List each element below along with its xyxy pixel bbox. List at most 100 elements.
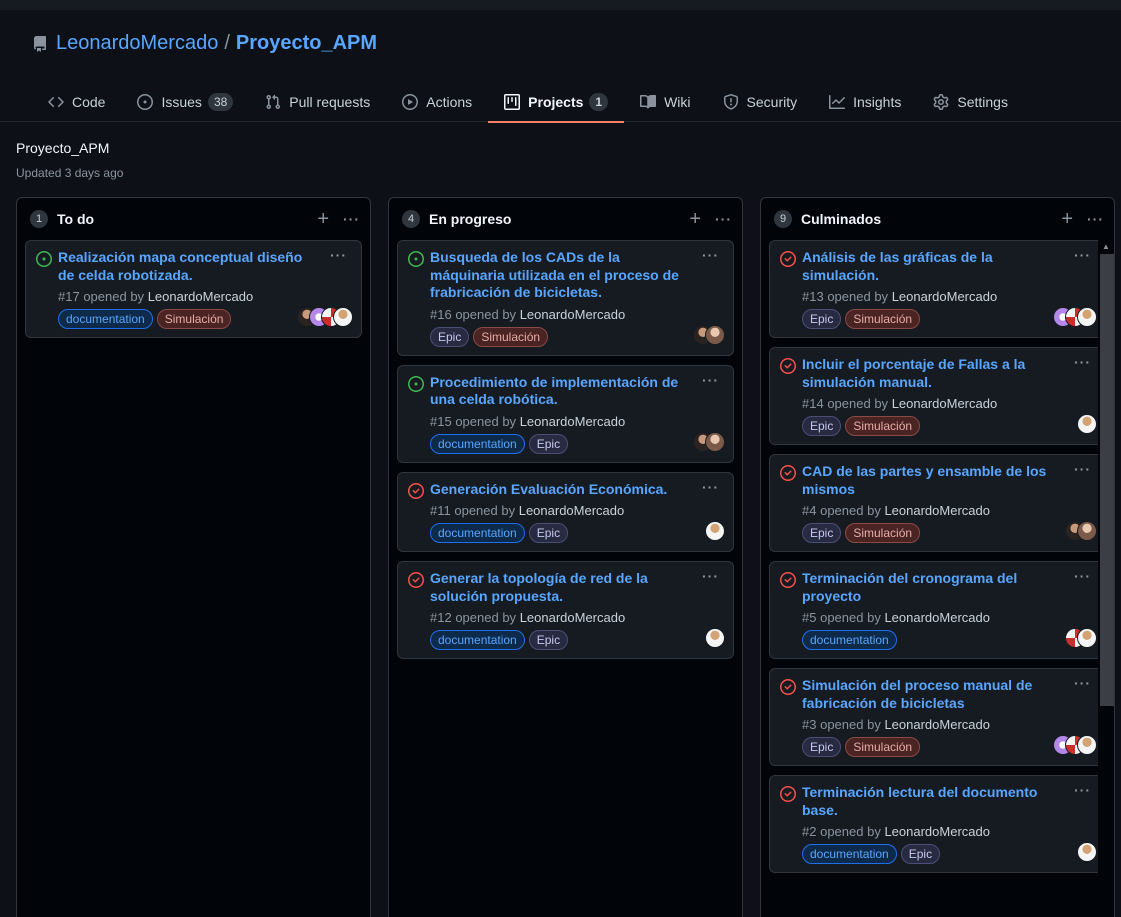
issue-card[interactable]: ···Análisis de las gráficas de la simula… (769, 240, 1106, 338)
tab-pull-requests[interactable]: Pull requests (249, 82, 386, 122)
issue-card[interactable]: ···Busqueda de los CADs de la máquinaria… (397, 240, 734, 356)
add-card-button[interactable]: + (689, 208, 701, 231)
avatar[interactable] (1077, 414, 1097, 434)
issue-title-link[interactable]: Procedimiento de implementación de una c… (430, 374, 723, 409)
add-card-button[interactable]: + (317, 208, 329, 231)
tab-code[interactable]: Code (32, 82, 121, 122)
card-menu-button[interactable]: ··· (1074, 675, 1091, 691)
avatar[interactable] (1077, 628, 1097, 648)
tab-projects[interactable]: Projects1 (488, 82, 624, 122)
avatar[interactable] (705, 325, 725, 345)
label-doc[interactable]: documentation (430, 630, 525, 650)
issue-author[interactable]: LeonardoMercado (884, 503, 990, 518)
label-doc[interactable]: documentation (802, 630, 897, 650)
label-epic[interactable]: Epic (802, 737, 841, 757)
issue-author[interactable]: LeonardoMercado (520, 307, 626, 322)
tab-insights[interactable]: Insights (813, 82, 917, 122)
issue-title-link[interactable]: Simulación del proceso manual de fabrica… (802, 677, 1095, 712)
label-sim[interactable]: Simulación (845, 416, 920, 436)
avatar[interactable] (705, 628, 725, 648)
issue-title-link[interactable]: Realización mapa conceptual diseño de ce… (58, 249, 351, 284)
tab-actions[interactable]: Actions (386, 82, 488, 122)
column-menu-button[interactable]: ··· (1087, 211, 1104, 227)
label-sim[interactable]: Simulación (845, 523, 920, 543)
issue-card[interactable]: ···Realización mapa conceptual diseño de… (25, 240, 362, 338)
column-scrollbar[interactable]: ▲ (1098, 240, 1114, 917)
avatar[interactable] (1077, 521, 1097, 541)
card-menu-button[interactable]: ··· (702, 568, 719, 584)
label-epic[interactable]: Epic (901, 844, 940, 864)
issue-card[interactable]: ···Generar la topología de red de la sol… (397, 561, 734, 659)
tab-wiki[interactable]: Wiki (624, 82, 706, 122)
card-menu-button[interactable]: ··· (1074, 568, 1091, 584)
card-menu-button[interactable]: ··· (702, 479, 719, 495)
issue-title-link[interactable]: Análisis de las gráficas de la simulació… (802, 249, 1095, 284)
tab-security[interactable]: Security (707, 82, 814, 122)
label-epic[interactable]: Epic (529, 630, 568, 650)
repo-owner-link[interactable]: LeonardoMercado (56, 32, 218, 55)
card-menu-button[interactable]: ··· (1074, 782, 1091, 798)
column-menu-button[interactable]: ··· (715, 211, 732, 227)
issue-card[interactable]: ···Incluir el porcentaje de Fallas a la … (769, 347, 1106, 445)
label-epic[interactable]: Epic (529, 523, 568, 543)
project-updated: Updated 3 days ago (16, 166, 123, 180)
avatar[interactable] (1077, 842, 1097, 862)
tab-settings[interactable]: Settings (917, 82, 1024, 122)
card-menu-button[interactable]: ··· (1074, 461, 1091, 477)
issue-author[interactable]: LeonardoMercado (884, 824, 990, 839)
label-epic[interactable]: Epic (802, 416, 841, 436)
add-card-button[interactable]: + (1061, 208, 1073, 231)
issue-title-link[interactable]: Terminación lectura del documento base. (802, 784, 1095, 819)
card-menu-button[interactable]: ··· (330, 247, 347, 263)
avatar[interactable] (705, 432, 725, 452)
issue-title-link[interactable]: Busqueda de los CADs de la máquinaria ut… (430, 249, 723, 302)
label-sim[interactable]: Simulación (473, 327, 548, 347)
issue-author[interactable]: LeonardoMercado (884, 717, 990, 732)
label-doc[interactable]: documentation (430, 434, 525, 454)
label-sim[interactable]: Simulación (845, 737, 920, 757)
issue-card[interactable]: ···Simulación del proceso manual de fabr… (769, 668, 1106, 766)
issue-author[interactable]: LeonardoMercado (520, 610, 626, 625)
label-doc[interactable]: documentation (802, 844, 897, 864)
label-epic[interactable]: Epic (529, 434, 568, 454)
column-menu-button[interactable]: ··· (343, 211, 360, 227)
issue-author[interactable]: LeonardoMercado (892, 289, 998, 304)
scroll-up-icon[interactable]: ▲ (1102, 242, 1110, 251)
issue-author[interactable]: LeonardoMercado (520, 414, 626, 429)
issue-card[interactable]: ···CAD de las partes y ensamble de los m… (769, 454, 1106, 552)
card-menu-button[interactable]: ··· (702, 372, 719, 388)
issue-title-link[interactable]: Incluir el porcentaje de Fallas a la sim… (802, 356, 1095, 391)
label-sim[interactable]: Simulación (845, 309, 920, 329)
label-doc[interactable]: documentation (58, 309, 153, 329)
issue-title-link[interactable]: CAD de las partes y ensamble de los mism… (802, 463, 1095, 498)
issue-card[interactable]: ···Generación Evaluación Económica.#11 o… (397, 472, 734, 553)
issue-card[interactable]: ···Procedimiento de implementación de un… (397, 365, 734, 463)
global-header-bar (0, 0, 1121, 10)
repo-name-link[interactable]: Proyecto_APM (236, 32, 377, 55)
column-title: To do (57, 211, 317, 227)
issue-card[interactable]: ···Terminación lectura del documento bas… (769, 775, 1106, 873)
scrollbar-thumb[interactable] (1100, 254, 1114, 706)
board-column: 1To do+······Realización mapa conceptual… (16, 197, 371, 917)
label-epic[interactable]: Epic (802, 309, 841, 329)
issue-title-link[interactable]: Terminación del cronograma del proyecto (802, 570, 1095, 605)
issue-card[interactable]: ···Terminación del cronograma del proyec… (769, 561, 1106, 659)
avatar[interactable] (705, 521, 725, 541)
tab-issues[interactable]: Issues38 (121, 82, 249, 122)
issue-title-link[interactable]: Generación Evaluación Económica. (430, 481, 723, 499)
issue-title-link[interactable]: Generar la topología de red de la soluci… (430, 570, 723, 605)
label-sim[interactable]: Simulación (157, 309, 232, 329)
card-menu-button[interactable]: ··· (1074, 247, 1091, 263)
card-menu-button[interactable]: ··· (1074, 354, 1091, 370)
card-menu-button[interactable]: ··· (702, 247, 719, 263)
issue-author[interactable]: LeonardoMercado (148, 289, 254, 304)
label-doc[interactable]: documentation (430, 523, 525, 543)
label-epic[interactable]: Epic (430, 327, 469, 347)
avatar[interactable] (1077, 735, 1097, 755)
issue-author[interactable]: LeonardoMercado (884, 610, 990, 625)
issue-author[interactable]: LeonardoMercado (892, 396, 998, 411)
avatar[interactable] (333, 307, 353, 327)
issue-author[interactable]: LeonardoMercado (519, 503, 625, 518)
label-epic[interactable]: Epic (802, 523, 841, 543)
avatar[interactable] (1077, 307, 1097, 327)
